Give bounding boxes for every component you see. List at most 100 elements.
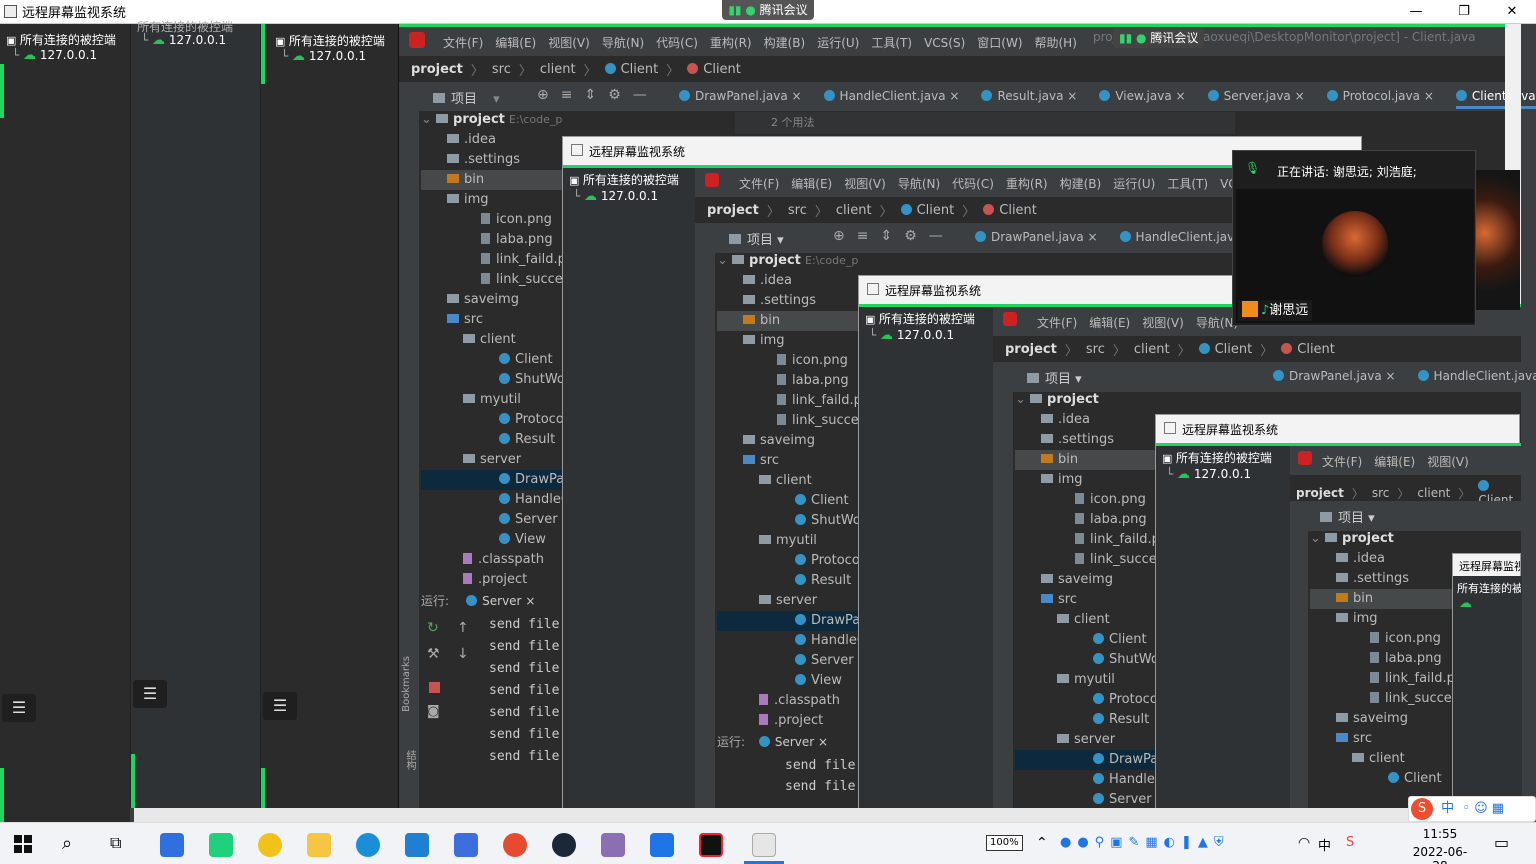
menu-window[interactable]: 窗口(W) [977,34,1022,51]
tree-item[interactable]: .project [421,570,563,590]
tree-node[interactable]: └ ☁ 127.0.0.1 [141,33,226,48]
tree-node[interactable]: └ ☁ 127.0.0.1 [12,48,97,63]
tree-item[interactable]: DrawPa [421,470,563,490]
battery-indicator[interactable]: 100% [986,835,1023,851]
project-tool-label[interactable]: 项目 ▾ [729,229,784,248]
chrome-icon[interactable] [503,833,527,857]
tree-item[interactable]: Protoco [421,410,563,430]
tab-protocol[interactable]: Protocol.java × [1326,89,1434,109]
minimize-button[interactable]: — [1392,0,1440,24]
java-app-icon[interactable] [752,833,776,857]
steam-icon[interactable] [552,833,576,857]
tree-item[interactable]: Result [421,430,563,450]
tree-item[interactable]: src [421,310,563,330]
menu-refactor[interactable]: 重构(R) [710,34,752,51]
project-tool-label[interactable]: 项目 ▾ [1027,368,1082,387]
pycharm-icon[interactable] [209,833,233,857]
tree-item[interactable]: server [421,450,563,470]
tree-item[interactable]: myutil [421,390,563,410]
project-tool-label[interactable]: 项目 ▾ [433,88,500,107]
tencent-meeting-icon[interactable] [650,833,674,857]
menu-vcs[interactable]: VCS(S) [924,36,965,50]
tencent-meeting-pill[interactable]: ▮▮ ● 腾讯会议 [722,0,814,20]
breadcrumb-item[interactable]: Client [703,62,741,77]
menu-file[interactable]: 文件(F) [443,34,483,51]
wifi-icon[interactable]: ◠ [1298,835,1310,851]
writer-icon[interactable] [454,833,478,857]
tool-icons[interactable]: ⊕≡⇕⚙— [833,228,955,244]
menu-build[interactable]: 构建(B) [764,34,806,51]
tree-item[interactable]: Server [421,510,563,530]
stop-icon[interactable] [429,682,440,693]
breadcrumb-item[interactable]: project [411,62,463,77]
breadcrumb-item[interactable]: Client [621,62,659,77]
menu-tools[interactable]: 工具(T) [871,34,912,51]
video-tile[interactable]: ♪谢思远 [1236,189,1474,323]
list-menu-icon[interactable]: ☰ [2,694,36,722]
game-icon[interactable] [601,833,625,857]
tree-node[interactable]: └ ☁ 127.0.0.1 [869,328,954,343]
edge-icon[interactable] [356,833,380,857]
tree-item[interactable]: bin [421,170,563,190]
tab-view[interactable]: View.java × [1099,89,1186,109]
tree-item[interactable]: View [421,530,563,550]
structure-tab[interactable]: 结构 [401,750,417,770]
close-button[interactable]: ✕ [1488,0,1536,24]
camera-icon[interactable]: ◙ [427,704,440,719]
sogou-icon[interactable]: S [1346,835,1354,850]
arrow-down-icon[interactable]: ↓ [457,646,469,662]
menu-edit[interactable]: 编辑(E) [495,34,536,51]
bookmarks-tab[interactable]: Bookmarks [401,656,417,712]
list-menu-icon[interactable]: ☰ [133,680,167,708]
tencent-meeting-pill[interactable]: ▮▮ ● 腾讯会议 [1113,28,1205,48]
menu-run[interactable]: 运行(U) [817,34,859,51]
tool-icons[interactable]: ⊕≡⇕⚙— [537,87,659,103]
todo-app-icon[interactable] [160,833,184,857]
tree-item[interactable]: .idea [421,130,563,150]
search-icon[interactable]: ⌕ [62,833,72,854]
tree-item[interactable]: client [421,330,563,350]
tree-node[interactable]: └ ☁ 127.0.0.1 [1166,467,1251,482]
tree-item[interactable]: icon.png [421,210,563,230]
project-tool-label[interactable]: 项目 ▾ [1320,507,1375,526]
tree-item[interactable]: Client [421,350,563,370]
menu-code[interactable]: 代码(C) [656,34,698,51]
tab-server[interactable]: Server.java × [1207,89,1305,109]
menu-help[interactable]: 帮助(H) [1035,34,1077,51]
tab-client[interactable]: Client.java × [1455,89,1536,109]
wrench-icon[interactable]: ⚒ [427,646,440,662]
tray-icons[interactable]: ●●⚲▣✎▦◐❚▲⛨ [1060,835,1230,850]
tree-item[interactable]: .settings [421,150,563,170]
tab-handleclient[interactable]: HandleClient.java × [823,89,959,109]
ime-toolbar[interactable]: S 中 ◦ ☺ ▦ [1408,796,1536,822]
tree-item[interactable]: link_succes [421,270,563,290]
tree-item[interactable]: img [421,190,563,210]
tree-node[interactable]: └ ☁ 127.0.0.1 [573,189,658,204]
tree-node[interactable]: └ ☁ 127.0.0.1 [281,49,366,64]
ime-indicator[interactable]: 中 [1318,835,1331,854]
windows-start-icon[interactable] [14,835,32,853]
breadcrumb-item[interactable]: src [492,62,511,77]
tree-item[interactable]: .classpath [421,550,563,570]
tree-item[interactable]: link_faild.p [421,250,563,270]
task-view-icon[interactable]: ⧉ [110,833,121,853]
intellij-icon[interactable] [699,833,723,857]
chevron-up-icon[interactable]: ⌃ [1036,835,1048,851]
breadcrumb-item[interactable]: client [540,62,576,77]
vscode-icon[interactable] [405,833,429,857]
tree-item[interactable]: HandleC [421,490,563,510]
menu-view[interactable]: 视图(V) [548,34,590,51]
tab-drawpanel[interactable]: DrawPanel.java × [679,89,802,109]
tree-node[interactable]: ☁ [1459,596,1472,611]
restore-button[interactable]: ❐ [1440,0,1488,24]
run-tab[interactable]: Server × [466,594,535,608]
rerun-icon[interactable]: ↻ [427,620,439,636]
tree-item[interactable]: ShutWo [421,370,563,390]
tree-item[interactable]: laba.png [421,230,563,250]
menu-navigate[interactable]: 导航(N) [602,34,644,51]
tab-result[interactable]: Result.java × [981,89,1077,109]
list-menu-icon[interactable]: ☰ [263,692,297,720]
file-explorer-icon[interactable] [307,833,331,857]
clock[interactable]: 11:55 2022-06-28 [1410,827,1470,864]
tree-item[interactable]: ⌄ project E:\code_project\Xiaoxueqi [421,110,563,130]
